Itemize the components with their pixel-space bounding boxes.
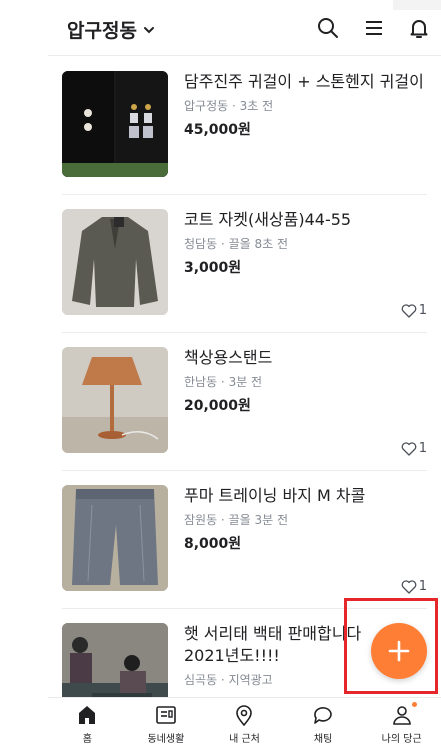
list-item[interactable]: 푸마 트레이닝 바지 M 차콜 잠원동 · 끌올 3분 전 8,000원 1 (62, 471, 427, 609)
tab-chat[interactable]: 채팅 (284, 698, 363, 746)
item-title: 담주진주 귀걸이 + 스톤헨지 귀걸이 (184, 72, 424, 91)
tab-community[interactable]: 동네생활 (127, 698, 206, 746)
item-meta: 압구정동 · 3초 전 (184, 99, 274, 113)
tab-nearby[interactable]: 내 근처 (205, 698, 284, 746)
item-price: 3,000원 (184, 260, 242, 276)
list-item[interactable]: 담주진주 귀걸이 + 스톤헨지 귀걸이 압구정동 · 3초 전 45,000원 (62, 57, 427, 195)
list-item[interactable]: 책상용스탠드 한남동 · 3분 전 20,000원 1 (62, 333, 427, 471)
item-info: 코트 자켓(새상품)44-55 청담동 · 끌올 8초 전 3,000원 (184, 209, 424, 277)
item-price: 20,000원 (184, 398, 251, 414)
like-count-value: 1 (418, 579, 427, 594)
like-count: 1 (401, 579, 427, 594)
bell-icon[interactable] (405, 14, 433, 42)
item-meta: 잠원동 · 끌올 3분 전 (184, 513, 288, 527)
notification-dot (411, 702, 417, 707)
like-count: 1 (401, 303, 427, 318)
product-thumbnail (62, 347, 168, 453)
location-label: 압구정동 (67, 20, 137, 42)
product-thumbnail (62, 209, 168, 315)
heart-icon (401, 441, 417, 456)
menu-icon[interactable] (360, 14, 388, 42)
item-info: 푸마 트레이닝 바지 M 차콜 잠원동 · 끌올 3분 전 8,000원 (184, 485, 424, 553)
item-title: 코트 자켓(새상품)44-55 (184, 210, 352, 229)
location-pin-icon (236, 705, 253, 726)
heart-icon (401, 303, 417, 318)
location-selector[interactable]: 압구정동 (67, 16, 155, 43)
tab-my-profile[interactable]: 나의 당근 (362, 698, 441, 746)
like-count: 1 (401, 441, 427, 456)
item-info: 책상용스탠드 한남동 · 3분 전 20,000원 (184, 347, 424, 415)
heart-icon (401, 579, 417, 594)
like-count-value: 1 (418, 303, 427, 318)
item-title: 책상용스탠드 (184, 348, 273, 367)
item-info: 담주진주 귀걸이 + 스톤헨지 귀걸이 압구정동 · 3초 전 45,000원 (184, 71, 424, 139)
status-corner (393, 0, 441, 10)
plus-icon (388, 640, 410, 662)
tab-label: 내 근처 (229, 734, 260, 745)
product-thumbnail (62, 623, 168, 697)
add-post-button[interactable] (371, 623, 427, 679)
tab-label: 홈 (82, 734, 92, 745)
home-icon (79, 706, 96, 724)
item-price: 8,000원 (184, 536, 242, 552)
item-price: 45,000원 (184, 122, 251, 138)
tab-label: 나의 당근 (381, 734, 422, 745)
item-title: 푸마 트레이닝 바지 M 차콜 (184, 486, 366, 505)
top-app-bar: 압구정동 (48, 0, 441, 56)
community-icon (156, 706, 176, 724)
like-count-value: 1 (418, 441, 427, 456)
search-icon[interactable] (314, 14, 342, 42)
product-thumbnail (62, 71, 168, 177)
chevron-down-icon (143, 26, 154, 33)
tab-label: 동네생활 (147, 734, 185, 745)
chat-icon (314, 707, 332, 724)
tab-label: 채팅 (313, 734, 333, 745)
list-item[interactable]: 코트 자켓(새상품)44-55 청담동 · 끌올 8초 전 3,000원 1 (62, 195, 427, 333)
item-meta: 한남동 · 3분 전 (184, 375, 263, 389)
bottom-tab-bar: 홈 동네생활 내 근처 채팅 나의 당근 (48, 697, 441, 746)
tab-home[interactable]: 홈 (48, 698, 127, 746)
product-thumbnail (62, 485, 168, 591)
item-meta: 청담동 · 끌올 8초 전 (184, 237, 288, 251)
person-icon (392, 706, 411, 725)
